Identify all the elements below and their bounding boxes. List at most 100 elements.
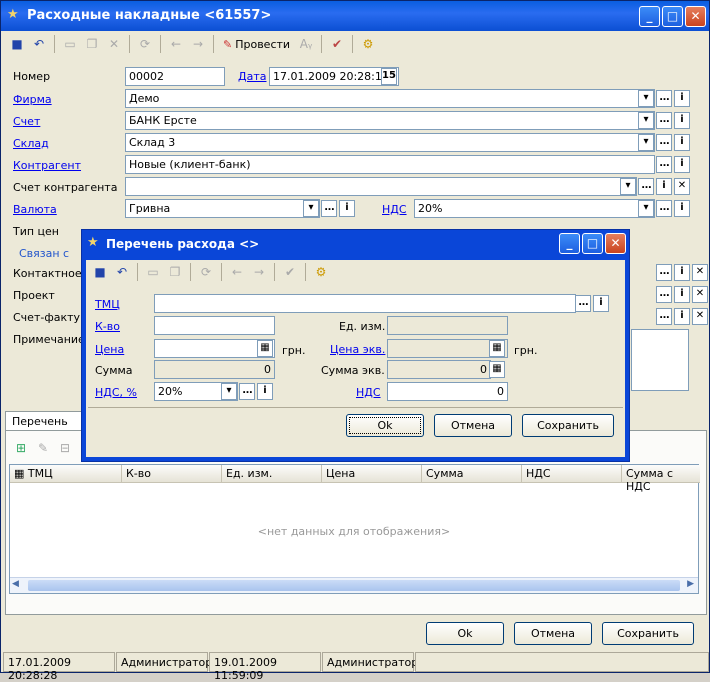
new-icon[interactable]: ▭	[143, 262, 163, 282]
maximize-button[interactable]: □	[662, 6, 683, 27]
dialog-maximize-button[interactable]: □	[582, 233, 603, 254]
back-icon[interactable]: ←	[166, 34, 186, 54]
refresh-icon[interactable]: ⟳	[135, 34, 155, 54]
unit-field[interactable]	[387, 316, 508, 335]
number-field[interactable]: 00002	[125, 67, 225, 86]
undo-icon[interactable]: ↶	[112, 262, 132, 282]
vat-field[interactable]: 20%	[414, 199, 655, 218]
select-icon[interactable]: …	[656, 134, 672, 151]
scroll-right-icon[interactable]: ▶	[687, 579, 694, 589]
select-icon[interactable]: …	[656, 90, 672, 107]
firm-field[interactable]: Демо	[125, 89, 655, 108]
calendar-icon[interactable]: 15	[381, 68, 397, 85]
account-field[interactable]: БАНК Ерсте	[125, 111, 655, 130]
column-header-unit[interactable]: Ед. изм.	[222, 465, 322, 483]
save-icon[interactable]: ■	[7, 34, 27, 54]
dropdown-icon[interactable]: ▾	[638, 90, 654, 107]
column-header-sum-vat[interactable]: Сумма с НДС	[622, 465, 700, 493]
close-button[interactable]: ✕	[685, 6, 706, 27]
dialog-ok-button[interactable]: Ok	[346, 414, 424, 437]
warehouse-field[interactable]: Склад 3	[125, 133, 655, 152]
select-icon[interactable]: …	[656, 200, 672, 217]
vat-link[interactable]: НДС	[382, 203, 407, 216]
calculator-icon[interactable]: ▦	[489, 340, 505, 357]
info-icon[interactable]: i	[674, 156, 690, 173]
check-icon[interactable]: ✔	[280, 262, 300, 282]
info-icon[interactable]: i	[674, 308, 690, 325]
vat-link[interactable]: НДС	[356, 386, 381, 399]
dropdown-icon[interactable]: ▾	[638, 134, 654, 151]
info-icon[interactable]: i	[656, 178, 672, 195]
firm-link[interactable]: Фирма	[13, 93, 52, 106]
clear-icon[interactable]: ✕	[692, 308, 708, 325]
column-header-vat[interactable]: НДС	[522, 465, 622, 483]
note-field[interactable]	[631, 329, 689, 391]
scrollbar-thumb[interactable]	[28, 580, 680, 591]
delete-icon[interactable]: ✕	[104, 34, 124, 54]
item-field[interactable]	[154, 294, 576, 313]
price-link[interactable]: Цена	[95, 343, 124, 356]
clear-icon[interactable]: ✕	[692, 264, 708, 281]
currency-link[interactable]: Валюта	[13, 203, 57, 216]
dropdown-icon[interactable]: ▾	[638, 200, 654, 217]
select-icon[interactable]: …	[656, 156, 672, 173]
horizontal-scrollbar[interactable]: ◀ ▶	[10, 577, 698, 593]
copy-icon[interactable]: ❐	[82, 34, 102, 54]
account-link[interactable]: Счет	[13, 115, 40, 128]
select-icon[interactable]: …	[239, 383, 255, 400]
select-icon[interactable]: …	[575, 295, 591, 312]
item-link[interactable]: ТМЦ	[95, 298, 120, 311]
date-link[interactable]: Дата	[238, 70, 266, 83]
info-icon[interactable]: i	[674, 112, 690, 129]
vat-field[interactable]: 0	[387, 382, 508, 401]
dropdown-icon[interactable]: ▾	[620, 178, 636, 195]
qty-field[interactable]	[154, 316, 275, 335]
column-header-price[interactable]: Цена	[322, 465, 422, 483]
dropdown-icon[interactable]: ▾	[303, 200, 319, 217]
info-icon[interactable]: i	[674, 286, 690, 303]
dialog-minimize-button[interactable]: _	[559, 233, 580, 254]
info-icon[interactable]: i	[674, 264, 690, 281]
column-header-sum[interactable]: Сумма	[422, 465, 522, 483]
contractor-field[interactable]: Новые (клиент-банк)	[125, 155, 655, 174]
info-icon[interactable]: i	[674, 134, 690, 151]
dialog-save-button[interactable]: Сохранить	[522, 414, 614, 437]
title-bar[interactable]: ★ Расходные накладные <61557> _ □ ✕	[1, 1, 709, 31]
contractor-link[interactable]: Контрагент	[13, 159, 81, 172]
cancel-button[interactable]: Отмена	[514, 622, 592, 645]
select-icon[interactable]: …	[656, 286, 672, 303]
sum-field[interactable]: 0	[154, 360, 275, 379]
dialog-cancel-button[interactable]: Отмена	[434, 414, 512, 437]
new-icon[interactable]: ▭	[60, 34, 80, 54]
sum-eq-field[interactable]: 0	[387, 360, 491, 379]
items-grid[interactable]: ▦ ТМЦ К-во Ед. изм. Цена Сумма НДС Сумма…	[9, 464, 700, 594]
column-header-qty[interactable]: К-во	[122, 465, 222, 483]
calculator-icon[interactable]: ▦	[257, 340, 273, 357]
settings-icon[interactable]: ⚙	[311, 262, 331, 282]
warehouse-link[interactable]: Склад	[13, 137, 49, 150]
select-icon[interactable]: …	[321, 200, 337, 217]
select-icon[interactable]: …	[656, 308, 672, 325]
contractor-account-field[interactable]	[125, 177, 637, 196]
info-icon[interactable]: i	[339, 200, 355, 217]
edit-row-icon[interactable]: ✎	[33, 438, 53, 458]
refresh-icon[interactable]: ⟳	[196, 262, 216, 282]
select-icon[interactable]: …	[656, 112, 672, 129]
currency-field[interactable]: Гривна	[125, 199, 320, 218]
post-button[interactable]: ✎ Провести	[219, 38, 294, 51]
add-row-icon[interactable]: ⊞	[11, 438, 31, 458]
qty-link[interactable]: К-во	[95, 320, 120, 333]
info-icon[interactable]: i	[593, 295, 609, 312]
clear-icon[interactable]: ✕	[674, 178, 690, 195]
save-button[interactable]: Сохранить	[602, 622, 694, 645]
date-field[interactable]: 17.01.2009 20:28:11	[269, 67, 399, 86]
copy-icon[interactable]: ❐	[165, 262, 185, 282]
back-icon[interactable]: ←	[227, 262, 247, 282]
ok-button[interactable]: Ok	[426, 622, 504, 645]
dropdown-icon[interactable]: ▾	[638, 112, 654, 129]
clear-icon[interactable]: ✕	[692, 286, 708, 303]
info-icon[interactable]: i	[674, 90, 690, 107]
settings-icon[interactable]: ⚙	[358, 34, 378, 54]
scroll-left-icon[interactable]: ◀	[12, 579, 19, 589]
translate-icon[interactable]: Aᵧ	[296, 34, 316, 54]
